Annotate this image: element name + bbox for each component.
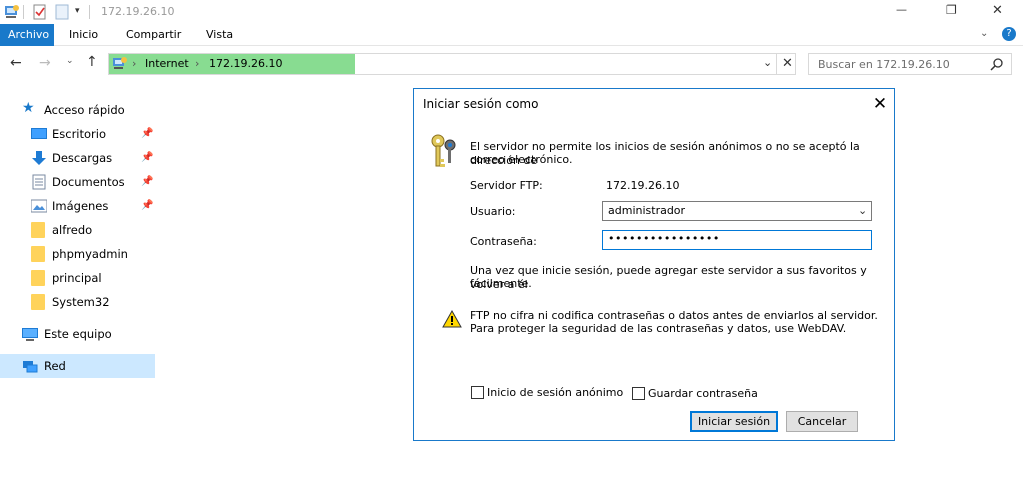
documents-icon — [31, 174, 47, 190]
pin-icon: 📌 — [141, 152, 154, 163]
pin-icon: 📌 — [141, 176, 154, 187]
server-value: 172.19.26.10 — [606, 179, 680, 192]
address-dropdown-icon[interactable]: ⌄ — [763, 56, 772, 69]
new-folder-icon[interactable] — [55, 4, 69, 20]
forward-arrow-icon[interactable]: → — [39, 55, 51, 71]
divider — [776, 54, 777, 74]
tab-compartir[interactable]: Compartir — [118, 24, 189, 46]
star-icon: ★ — [22, 100, 35, 116]
sidebar-item-this-pc[interactable]: Este equipo — [0, 322, 155, 346]
sidebar-item-red[interactable]: Red — [0, 354, 155, 378]
dialog-title: Iniciar sesión como — [423, 97, 539, 111]
sidebar-item-label: Documentos — [52, 175, 125, 189]
warning-line1: FTP no cifra ni codifica contraseñas o d… — [470, 309, 878, 322]
sidebar-item-phpmyadmin[interactable]: phpmyadmin — [0, 242, 155, 266]
info-line1: Una vez que inicie sesión, puede agregar… — [470, 264, 867, 291]
sidebar-item-alfredo[interactable]: alfredo — [0, 218, 155, 242]
tab-vista[interactable]: Vista — [198, 24, 241, 46]
login-dialog: Iniciar sesión como ✕ El servidor no per… — [413, 88, 895, 441]
search-box[interactable]: Buscar en 172.19.26.10 — [808, 53, 1012, 75]
warning-icon — [442, 309, 462, 328]
sidebar-item-label: Este equipo — [44, 327, 112, 341]
sidebar-item-escritorio[interactable]: Escritorio 📌 — [0, 122, 155, 146]
anonymous-label[interactable]: Inicio de sesión anónimo — [487, 386, 623, 400]
password-label: Contraseña: — [470, 235, 537, 248]
download-arrow-icon — [31, 150, 47, 166]
save-password-label[interactable]: Guardar contraseña — [648, 387, 758, 401]
network-drive-icon — [4, 4, 20, 20]
dialog-close-icon[interactable]: ✕ — [869, 93, 891, 115]
sidebar-item-label: Descargas — [52, 151, 113, 165]
chevron-down-icon[interactable]: ⌄ — [858, 204, 867, 217]
divider — [23, 5, 24, 19]
password-value[interactable]: •••••••••••••••• — [608, 232, 720, 245]
ribbon: Archivo Inicio Compartir Vista ⌄ ? — [0, 24, 1023, 46]
sidebar-item-label: System32 — [52, 295, 110, 309]
user-value[interactable]: administrador — [608, 204, 685, 217]
sidebar-item-label: Acceso rápido — [44, 103, 125, 117]
title-bar: ▾ 172.19.26.10 — ❐ ✕ — [0, 0, 1023, 24]
network-location-icon — [112, 56, 128, 72]
help-icon[interactable]: ? — [1002, 27, 1016, 41]
dialog-message-line2: correo electrónico. — [470, 153, 573, 166]
info-line2: fácilmente. — [470, 277, 532, 290]
folder-icon — [31, 222, 45, 238]
ribbon-expand-icon[interactable]: ⌄ — [980, 28, 988, 39]
keys-icon — [428, 133, 462, 171]
quick-access-dropdown-icon[interactable]: ▾ — [75, 6, 80, 16]
sidebar-item-imagenes[interactable]: Imágenes 📌 — [0, 194, 155, 218]
cancel-button[interactable]: Cancelar — [786, 411, 858, 432]
network-icon — [22, 358, 38, 374]
sidebar-item-label: alfredo — [52, 223, 93, 237]
address-bar[interactable]: › Internet › 172.19.26.10 ⌄ ✕ — [108, 53, 796, 75]
sidebar-item-label: Imágenes — [52, 199, 109, 213]
desktop-icon — [31, 126, 47, 142]
pin-icon: 📌 — [141, 200, 154, 211]
search-icon[interactable] — [990, 57, 1004, 71]
anonymous-checkbox[interactable] — [471, 386, 484, 399]
sidebar-item-label: principal — [52, 271, 102, 285]
login-button[interactable]: Iniciar sesión — [690, 411, 778, 432]
folder-icon — [31, 294, 45, 310]
divider — [89, 5, 90, 19]
breadcrumb-internet[interactable]: Internet — [145, 57, 189, 70]
pictures-icon — [30, 198, 48, 214]
window-title: 172.19.26.10 — [101, 5, 175, 18]
breadcrumb-separator-icon: › — [195, 57, 200, 70]
pin-icon: 📌 — [141, 128, 154, 139]
folder-icon — [31, 270, 45, 286]
close-button[interactable]: ✕ — [992, 3, 1003, 18]
sidebar-item-descargas[interactable]: Descargas 📌 — [0, 146, 155, 170]
server-label: Servidor FTP: — [470, 179, 543, 192]
tab-archivo[interactable]: Archivo — [0, 24, 54, 46]
sidebar-item-principal[interactable]: principal — [0, 266, 155, 290]
up-arrow-icon[interactable]: ↑ — [86, 54, 98, 70]
search-placeholder[interactable]: Buscar en 172.19.26.10 — [818, 58, 950, 71]
sidebar-item-label: Red — [44, 359, 66, 373]
stop-icon[interactable]: ✕ — [782, 56, 793, 71]
tab-inicio[interactable]: Inicio — [61, 24, 106, 46]
password-field[interactable]: •••••••••••••••• — [602, 230, 872, 250]
warning-line2: Para proteger la seguridad de las contra… — [470, 322, 847, 335]
sidebar-item-label: phpmyadmin — [52, 247, 128, 261]
computer-icon — [22, 326, 38, 342]
sidebar-item-documentos[interactable]: Documentos 📌 — [0, 170, 155, 194]
sidebar-item-label: Escritorio — [52, 127, 107, 141]
breadcrumb-server[interactable]: 172.19.26.10 — [209, 57, 282, 70]
folder-icon — [31, 246, 45, 262]
save-password-checkbox[interactable] — [632, 387, 645, 400]
user-label: Usuario: — [470, 205, 516, 218]
back-arrow-icon[interactable]: ← — [10, 55, 22, 71]
breadcrumb-separator-icon: › — [132, 57, 137, 70]
sidebar-item-system32[interactable]: System32 — [0, 290, 155, 314]
user-combobox[interactable]: administrador ⌄ — [602, 201, 872, 221]
restore-button[interactable]: ❐ — [946, 3, 957, 17]
recent-locations-icon[interactable]: ⌄ — [66, 56, 74, 66]
properties-icon[interactable] — [32, 4, 48, 20]
minimize-button[interactable]: — — [896, 3, 907, 16]
sidebar-item-quick-access[interactable]: ★ Acceso rápido — [0, 98, 155, 122]
